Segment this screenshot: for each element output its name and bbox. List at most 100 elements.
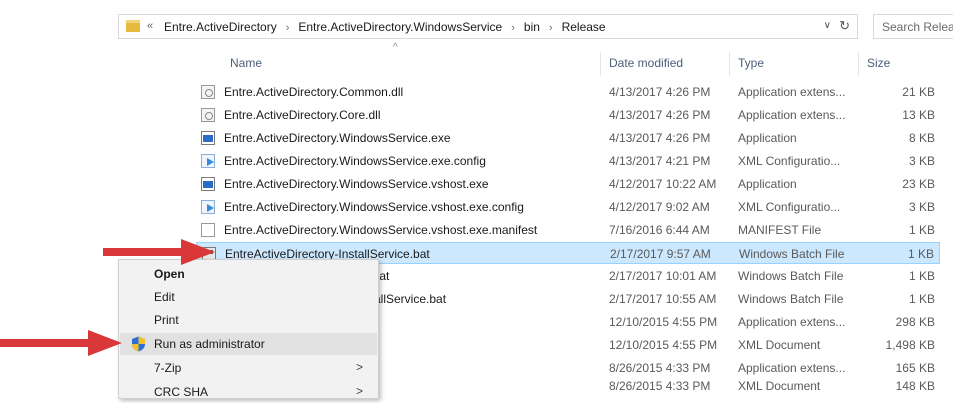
exe-file-icon [201, 177, 215, 191]
file-type: XML Document [738, 338, 821, 352]
breadcrumb-separator[interactable]: › [549, 22, 553, 34]
file-date: 12/10/2015 4:55 PM [609, 315, 718, 329]
file-type: Windows Batch File [739, 247, 845, 261]
file-date: 2/17/2017 9:57 AM [610, 247, 711, 261]
file-type: XML Document [738, 379, 821, 393]
menu-item-label: Print [154, 313, 179, 327]
file-row[interactable]: Entre.ActiveDirectory.WindowsService.vsh… [196, 219, 940, 241]
file-size: 1 KB [908, 223, 935, 237]
menu-item-run-as-administrator[interactable]: Run as administrator [120, 333, 377, 355]
dll-file-icon [201, 108, 215, 122]
submenu-arrow-icon: > [355, 360, 363, 374]
uac-shield-icon [132, 336, 145, 352]
file-size: 298 KB [895, 315, 935, 329]
file-row[interactable]: Entre.ActiveDirectory.WindowsService.vsh… [196, 196, 940, 218]
file-date: 8/26/2015 4:33 PM [609, 379, 711, 393]
column-divider[interactable] [729, 52, 730, 76]
file-name: Entre.ActiveDirectory.WindowsService.vsh… [224, 177, 489, 191]
file-date: 4/12/2017 10:22 AM [609, 177, 717, 191]
file-name: Entre.ActiveDirectory.WindowsService.vsh… [224, 200, 524, 214]
file-size: 1 KB [907, 247, 934, 261]
file-date: 2/17/2017 10:55 AM [609, 292, 717, 306]
menu-item-edit[interactable]: Edit [120, 286, 377, 308]
file-size: 1,498 KB [885, 338, 935, 352]
search-input[interactable]: Search Release [873, 14, 953, 39]
file-size: 1 KB [908, 269, 935, 283]
file-type: Application extens... [738, 315, 846, 329]
file-type: XML Configuratio... [738, 154, 841, 168]
menu-item-print[interactable]: Print [120, 309, 377, 331]
file-date: 7/16/2016 6:44 AM [609, 223, 710, 237]
context-menu: Open Edit Print Run as administrator 7-Z… [118, 259, 379, 399]
file-size: 21 KB [902, 85, 935, 99]
column-header-type[interactable]: Type [738, 56, 764, 70]
config-file-icon [201, 200, 215, 214]
menu-item-label: Run as administrator [154, 337, 265, 351]
breadcrumb-overflow-button[interactable]: « [147, 20, 153, 32]
file-size: 3 KB [908, 200, 935, 214]
menu-item-label: 7-Zip [154, 361, 182, 375]
breadcrumb-item-entre-activedirectory[interactable]: Entre.ActiveDirectory [164, 20, 277, 34]
file-row[interactable]: Entre.ActiveDirectory.Core.dll 4/13/2017… [196, 104, 940, 126]
menu-item-7zip[interactable]: 7-Zip > [120, 357, 377, 379]
dll-file-icon [201, 85, 215, 99]
column-header-date-modified[interactable]: Date modified [609, 56, 683, 70]
file-type: MANIFEST File [738, 223, 822, 237]
file-size: 148 KB [895, 379, 935, 393]
file-date: 4/12/2017 9:02 AM [609, 200, 710, 214]
file-type: Application extens... [738, 108, 846, 122]
file-date: 12/10/2015 4:55 PM [609, 338, 718, 352]
file-row[interactable]: Entre.ActiveDirectory.WindowsService.exe… [196, 127, 940, 149]
breadcrumb-item-bin[interactable]: bin [524, 20, 540, 34]
annotation-arrow-icon [103, 239, 215, 265]
file-row[interactable]: Entre.ActiveDirectory.WindowsService.exe… [196, 150, 940, 172]
menu-item-label: Edit [154, 290, 175, 304]
file-size: 23 KB [902, 177, 935, 191]
menu-item-crc-sha[interactable]: CRC SHA > [120, 381, 377, 403]
file-size: 13 KB [902, 108, 935, 122]
file-row[interactable]: Entre.ActiveDirectory.Common.dll 4/13/20… [196, 81, 940, 103]
file-size: 165 KB [895, 361, 935, 375]
file-type: Application [738, 131, 797, 145]
address-bar[interactable]: « Entre.ActiveDirectory › Entre.ActiveDire… [118, 14, 858, 39]
file-name: Entre.ActiveDirectory.WindowsService.vsh… [224, 223, 538, 237]
file-date: 2/17/2017 10:01 AM [609, 269, 717, 283]
breadcrumb-separator[interactable]: › [511, 22, 515, 34]
column-header-name[interactable]: Name [230, 56, 262, 70]
file-date: 8/26/2015 4:33 PM [609, 361, 711, 375]
file-row[interactable]: Entre.ActiveDirectory.WindowsService.vsh… [196, 173, 940, 195]
file-date: 4/13/2017 4:26 PM [609, 108, 711, 122]
file-type: Application extens... [738, 361, 846, 375]
file-name: Entre.ActiveDirectory.Core.dll [224, 108, 381, 122]
file-type: Windows Batch File [738, 292, 844, 306]
file-date: 4/13/2017 4:26 PM [609, 85, 711, 99]
column-header-row: Name Date modified Type Size [0, 52, 953, 76]
address-history-dropdown-icon[interactable]: ∨ [824, 20, 831, 31]
file-name: Entre.ActiveDirectory.Common.dll [224, 85, 404, 99]
file-date: 4/13/2017 4:26 PM [609, 131, 711, 145]
annotation-arrow-icon [0, 330, 122, 356]
file-type: Application [738, 177, 797, 191]
exe-file-icon [201, 131, 215, 145]
breadcrumb-separator[interactable]: › [286, 22, 290, 34]
menu-item-label: Open [154, 267, 185, 281]
menu-item-open[interactable]: Open [120, 263, 377, 285]
column-header-size[interactable]: Size [867, 56, 890, 70]
file-type: Windows Batch File [738, 269, 844, 283]
folder-icon [126, 20, 140, 32]
file-date: 4/13/2017 4:21 PM [609, 154, 711, 168]
file-size: 3 KB [908, 154, 935, 168]
file-name: allService.bat [374, 292, 447, 306]
menu-item-label: CRC SHA [154, 385, 209, 399]
breadcrumb: Entre.ActiveDirectory › Entre.ActiveDirect… [164, 20, 606, 34]
column-divider[interactable] [858, 52, 859, 76]
file-name: Entre.ActiveDirectory.WindowsService.exe… [224, 154, 486, 168]
file-size: 8 KB [908, 131, 935, 145]
config-file-icon [201, 154, 215, 168]
column-divider[interactable] [600, 52, 601, 76]
refresh-icon[interactable]: ↻ [839, 18, 850, 34]
manifest-file-icon [201, 223, 215, 237]
breadcrumb-item-release[interactable]: Release [562, 20, 606, 34]
breadcrumb-item-windowsservice[interactable]: Entre.ActiveDirectory.WindowsService [298, 20, 502, 34]
file-size: 1 KB [908, 292, 935, 306]
